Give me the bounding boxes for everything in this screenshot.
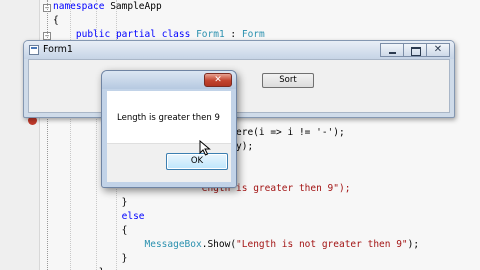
code-line[interactable]: } bbox=[53, 266, 419, 270]
code-token: { bbox=[53, 225, 128, 236]
form1-title: Form1 bbox=[43, 44, 73, 55]
code-token: } bbox=[53, 197, 128, 208]
form-app-icon bbox=[29, 45, 39, 55]
code-line[interactable]: MessageBox.Show("Length is not greater t… bbox=[53, 238, 420, 252]
caption-buttons: ✕ bbox=[380, 43, 450, 57]
code-line[interactable]: } bbox=[53, 252, 419, 266]
code-line[interactable]: namespace SampleApp bbox=[53, 0, 419, 14]
code-line[interactable]: else bbox=[53, 210, 419, 224]
code-line[interactable]: { bbox=[53, 224, 419, 238]
code-token: .Show( bbox=[201, 239, 237, 250]
code-line[interactable]: } bbox=[53, 196, 419, 210]
code-token: public bbox=[75, 29, 111, 40]
code-line[interactable]: { bbox=[53, 14, 419, 28]
code-token: ); bbox=[407, 239, 420, 250]
code-token: MessageBox bbox=[144, 239, 202, 250]
code-token: : bbox=[224, 29, 242, 40]
message-box: ✕ Length is greater then 9 OK bbox=[101, 70, 237, 188]
code-token: } bbox=[53, 253, 128, 264]
code-token: Form bbox=[241, 29, 265, 40]
message-box-close-button[interactable]: ✕ bbox=[204, 73, 232, 87]
code-token: class bbox=[161, 29, 191, 40]
code-token: namespace bbox=[53, 1, 105, 12]
code-token: else bbox=[121, 211, 145, 222]
sort-button[interactable]: Sort bbox=[262, 73, 314, 88]
code-token: partial bbox=[115, 29, 156, 40]
form1-titlebar[interactable]: Form1 ✕ bbox=[24, 41, 454, 59]
code-token: SampleApp bbox=[104, 1, 162, 12]
code-token: Form1 bbox=[196, 29, 225, 40]
message-box-titlebar[interactable]: ✕ bbox=[102, 71, 236, 89]
form1-client-area bbox=[28, 59, 450, 113]
mouse-pointer-icon bbox=[199, 140, 211, 156]
close-button[interactable]: ✕ bbox=[426, 43, 450, 57]
code-token: { bbox=[53, 15, 59, 26]
maximize-button[interactable] bbox=[403, 43, 427, 57]
minimize-button[interactable] bbox=[380, 43, 404, 57]
form1-window: Form1 ✕ Sort bbox=[23, 40, 455, 118]
message-box-body: Length is greater then 9 bbox=[107, 91, 231, 143]
ok-button[interactable]: OK bbox=[166, 153, 228, 170]
message-text: Length is greater then 9 bbox=[117, 113, 220, 123]
code-token: "Length is not greater then 9" bbox=[236, 239, 408, 250]
